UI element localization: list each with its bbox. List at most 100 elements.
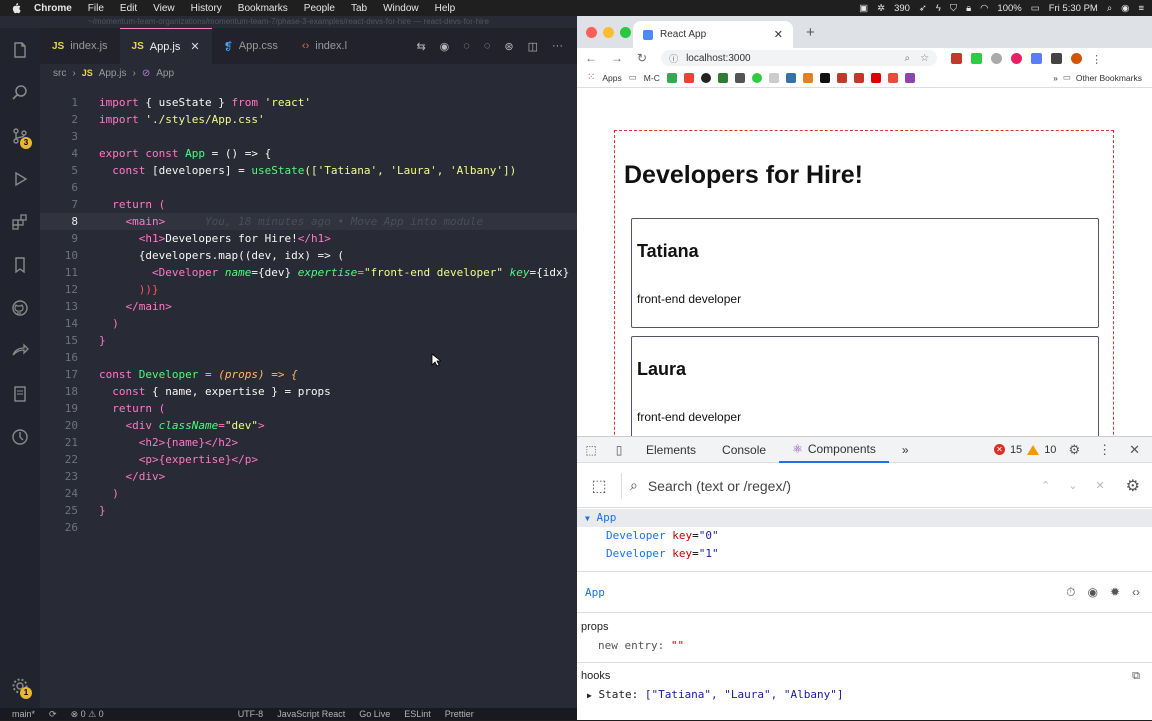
code-line-22[interactable]: 22 <p>{expertise}</p> — [40, 451, 577, 468]
explorer-icon[interactable] — [0, 28, 40, 71]
git-branch[interactable]: main* — [12, 709, 35, 719]
menu-help[interactable]: Help — [435, 3, 456, 14]
tab-elements[interactable]: Elements — [633, 437, 709, 463]
bookmark-icon[interactable] — [666, 72, 677, 83]
status-square-icon[interactable]: ▣ — [859, 3, 868, 14]
menu-view[interactable]: View — [153, 3, 175, 14]
tab-components[interactable]: ⚛ Components — [779, 437, 889, 463]
bookmark-icon[interactable] — [870, 72, 881, 83]
code-line-2[interactable]: 2 import './styles/App.css' — [40, 111, 577, 128]
back-icon[interactable]: ← — [585, 51, 597, 65]
breadcrumb-file[interactable]: App.js — [99, 68, 127, 79]
tab-app-css[interactable]: ❡ App.css — [212, 28, 290, 64]
eye-icon[interactable]: ◉ — [1087, 585, 1097, 600]
view-source-icon[interactable]: ‹› — [1132, 585, 1140, 600]
address-bar[interactable]: ⓘ localhost:3000 ⌕ ☆ — [661, 50, 938, 66]
bookmark-apps[interactable]: Apps — [602, 73, 621, 83]
code-line-1[interactable]: 1 import { useState } from 'react' — [40, 94, 577, 111]
code-line-26[interactable]: 26 — [40, 519, 577, 536]
code-line-9[interactable]: 9 <h1>Developers for Hire!</h1> — [40, 230, 577, 247]
code-line-7[interactable]: 7 return ( — [40, 196, 577, 213]
browser-tab-react-app[interactable]: React App ✕ — [633, 21, 793, 48]
menu-tab[interactable]: Tab — [351, 3, 367, 14]
caret-right-icon[interactable]: ▶ — [587, 691, 592, 700]
minimize-window-button[interactable] — [603, 27, 614, 38]
source-control-icon[interactable]: 3 — [0, 114, 40, 157]
encoding-indicator[interactable]: UTF-8 — [238, 709, 264, 719]
code-line-21[interactable]: 21 <h2>{name}</h2> — [40, 434, 577, 451]
extensions-puzzle-icon[interactable] — [1051, 52, 1063, 64]
code-line-14[interactable]: 14 ) — [40, 315, 577, 332]
prettier-indicator[interactable]: Prettier — [445, 709, 474, 719]
bookmark-icon[interactable] — [0, 243, 40, 286]
info-icon[interactable]: ⓘ — [669, 52, 678, 65]
bookmark-icon[interactable] — [853, 72, 864, 83]
prop-value[interactable]: "" — [671, 639, 684, 652]
control-center-icon[interactable]: ≡ — [1138, 3, 1144, 14]
extension-icon[interactable] — [1031, 52, 1043, 64]
tab-console[interactable]: Console — [709, 437, 779, 463]
bookmark-icon[interactable] — [751, 72, 762, 83]
previous-change-icon[interactable]: ◌ — [463, 40, 470, 52]
code-line-5[interactable]: 5 const [developers] = useState(['Tatian… — [40, 162, 577, 179]
bookmark-icon[interactable] — [836, 72, 847, 83]
siri-icon[interactable]: ◉ — [1121, 3, 1129, 14]
code-line-20[interactable]: 20 <div className="dev"> — [40, 417, 577, 434]
tree-node-developer[interactable]: Developer key="1" — [577, 545, 1152, 563]
extension-icon[interactable] — [971, 52, 983, 64]
run-debug-icon[interactable] — [0, 157, 40, 200]
new-prop-entry[interactable]: new entry: "" — [598, 639, 684, 652]
spotlight-search-icon[interactable]: ⌕ — [1107, 3, 1112, 14]
code-line-3[interactable]: 3 — [40, 128, 577, 145]
bookmark-icon[interactable] — [734, 72, 745, 83]
github-icon[interactable] — [0, 286, 40, 329]
bookmark-star-icon[interactable]: ☆ — [920, 53, 929, 64]
tab-app-js[interactable]: JS App.js ✕ — [119, 28, 212, 64]
clock[interactable]: Fri 5:30 PM — [1049, 3, 1098, 14]
issues-counter[interactable]: ✕ 15 10 — [993, 444, 1069, 456]
menu-file[interactable]: File — [88, 3, 104, 14]
remote-explorer-icon[interactable] — [0, 372, 40, 415]
code-line-11[interactable]: 11 <Developer name={dev} expertise="fron… — [40, 264, 577, 281]
tab-index-js[interactable]: JS index.js — [40, 28, 120, 64]
code-editor[interactable]: 1 import { useState } from 'react' 2 impor… — [40, 82, 577, 708]
clear-search-icon[interactable]: ✕ — [1095, 479, 1104, 492]
tree-node-developer[interactable]: Developer key="0" — [577, 527, 1152, 545]
menu-app-name[interactable]: Chrome — [34, 3, 72, 14]
devtools-menu-icon[interactable]: ⋮ — [1098, 442, 1111, 458]
search-icon[interactable] — [0, 71, 40, 114]
menu-window[interactable]: Window — [383, 3, 419, 14]
code-line-19[interactable]: 19 return ( — [40, 400, 577, 417]
close-window-button[interactable] — [586, 27, 597, 38]
go-live-button[interactable]: Go Live — [359, 709, 390, 719]
code-line-25[interactable]: 25} — [40, 502, 577, 519]
bookmark-icon[interactable] — [768, 72, 779, 83]
code-line-18[interactable]: 18 const { name, expertise } = props — [40, 383, 577, 400]
close-tab-icon[interactable]: ✕ — [190, 40, 199, 53]
code-line-23[interactable]: 23 </div> — [40, 468, 577, 485]
code-line-17[interactable]: 17 const Developer = (props) => { — [40, 366, 577, 383]
live-share-icon[interactable] — [0, 329, 40, 372]
code-line-24[interactable]: 24 ) — [40, 485, 577, 502]
gmail-bookmark-icon[interactable] — [683, 72, 694, 83]
forward-icon[interactable]: → — [611, 51, 623, 65]
devtools-settings-icon[interactable]: ⚙ — [1068, 442, 1080, 458]
bookmark-icon[interactable] — [802, 72, 813, 83]
bug-icon[interactable]: ✹ — [1110, 585, 1120, 600]
code-line-13[interactable]: 13 </main> — [40, 298, 577, 315]
code-line-15[interactable]: 15} — [40, 332, 577, 349]
extension-icon[interactable] — [1011, 52, 1023, 64]
rocket-icon[interactable]: ➶ — [919, 3, 927, 14]
compare-icon[interactable]: ⇆ — [416, 40, 425, 53]
next-change-icon[interactable]: ◌ — [484, 40, 491, 52]
language-mode[interactable]: JavaScript React — [277, 709, 345, 719]
stopwatch-icon[interactable]: ⏱ — [1066, 585, 1075, 600]
next-result-icon[interactable]: ⌄ — [1068, 479, 1077, 492]
apple-icon[interactable] — [8, 1, 22, 15]
code-line-12[interactable]: 12 ))} — [40, 281, 577, 298]
components-settings-icon[interactable]: ⚙ — [1126, 476, 1152, 496]
close-tab-icon[interactable]: ✕ — [774, 28, 783, 41]
extension-icon[interactable] — [991, 52, 1003, 64]
settings-gear-icon[interactable]: 1 — [0, 664, 40, 707]
lock-icon[interactable]: 🔒︎ — [966, 3, 971, 14]
